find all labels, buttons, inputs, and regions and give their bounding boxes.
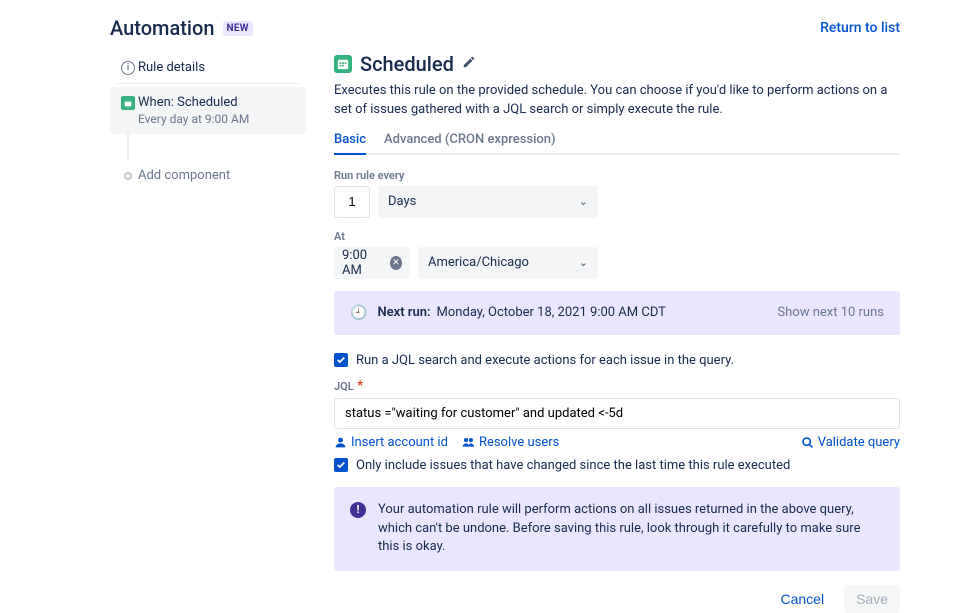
warning-text: Your automation rule will perform action…: [378, 501, 884, 558]
tab-basic[interactable]: Basic: [334, 132, 366, 155]
save-button[interactable]: Save: [844, 585, 900, 613]
run-every-label: Run rule every: [334, 169, 900, 182]
sidebar-item-sub: Every day at 9:00 AM: [138, 112, 249, 126]
show-next-runs-link[interactable]: Show next 10 runs: [777, 305, 884, 320]
main-panel: Scheduled Executes this rule on the prov…: [334, 52, 900, 613]
users-icon: [462, 436, 475, 449]
chevron-down-icon: ⌄: [579, 256, 588, 269]
run-every-input[interactable]: [334, 186, 370, 218]
validate-query-link[interactable]: Validate query: [801, 435, 900, 450]
required-indicator: *: [354, 378, 364, 394]
search-icon: [801, 436, 814, 449]
panel-title: Scheduled: [360, 52, 454, 76]
select-value: Days: [388, 194, 416, 209]
time-value: 9:00 AM: [342, 248, 384, 278]
jql-input[interactable]: [334, 398, 900, 429]
run-every-unit-select[interactable]: Days ⌄: [378, 186, 598, 218]
timeline-dot-icon: [124, 172, 132, 180]
schedule-tabs: Basic Advanced (CRON expression): [334, 132, 900, 155]
next-run-panel: 🕘 Next run: Monday, October 18, 2021 9:0…: [334, 291, 900, 335]
sidebar-item-label: Add component: [138, 168, 230, 183]
user-icon: [334, 436, 347, 449]
only-changed-label: Only include issues that have changed si…: [356, 458, 790, 473]
clear-icon[interactable]: ✕: [390, 256, 402, 270]
calendar-icon: [121, 96, 135, 110]
jql-checkbox[interactable]: [334, 353, 348, 367]
sidebar-when-scheduled[interactable]: When: Scheduled Every day at 9:00 AM: [110, 87, 306, 134]
return-to-list-link[interactable]: Return to list: [820, 20, 900, 36]
time-input[interactable]: 9:00 AM ✕: [334, 247, 410, 279]
resolve-users-link[interactable]: Resolve users: [462, 435, 559, 450]
edit-icon[interactable]: [462, 55, 476, 73]
calendar-icon: [334, 55, 352, 73]
warning-panel: ! Your automation rule will perform acti…: [334, 487, 900, 572]
insert-account-id-link[interactable]: Insert account id: [334, 435, 448, 450]
info-icon: i: [121, 61, 135, 75]
cancel-button[interactable]: Cancel: [768, 585, 836, 613]
only-changed-checkbox[interactable]: [334, 458, 348, 472]
next-run-value: Monday, October 18, 2021 9:00 AM CDT: [437, 305, 666, 320]
panel-description: Executes this rule on the provided sched…: [334, 82, 900, 120]
select-value: America/Chicago: [428, 255, 529, 270]
at-label: At: [334, 230, 900, 243]
sidebar-item-label: When: Scheduled: [138, 95, 249, 110]
sidebar-item-label: Rule details: [138, 60, 205, 75]
jql-label: JQL: [334, 380, 354, 393]
warning-icon: !: [350, 502, 366, 518]
tab-advanced[interactable]: Advanced (CRON expression): [384, 132, 556, 155]
timezone-select[interactable]: America/Chicago ⌄: [418, 247, 598, 279]
page-title: Automation: [110, 16, 215, 40]
sidebar-add-component[interactable]: Add component: [110, 160, 306, 191]
timeline-connector: [127, 134, 129, 160]
next-run-label: Next run:: [377, 305, 430, 320]
sidebar-rule-details[interactable]: i Rule details: [110, 52, 306, 83]
new-badge: NEW: [223, 21, 253, 36]
sidebar: i Rule details When: Scheduled Every day…: [110, 52, 306, 613]
jql-checkbox-label: Run a JQL search and execute actions for…: [356, 353, 734, 368]
clock-icon: 🕘: [350, 305, 367, 321]
chevron-down-icon: ⌄: [579, 195, 588, 208]
